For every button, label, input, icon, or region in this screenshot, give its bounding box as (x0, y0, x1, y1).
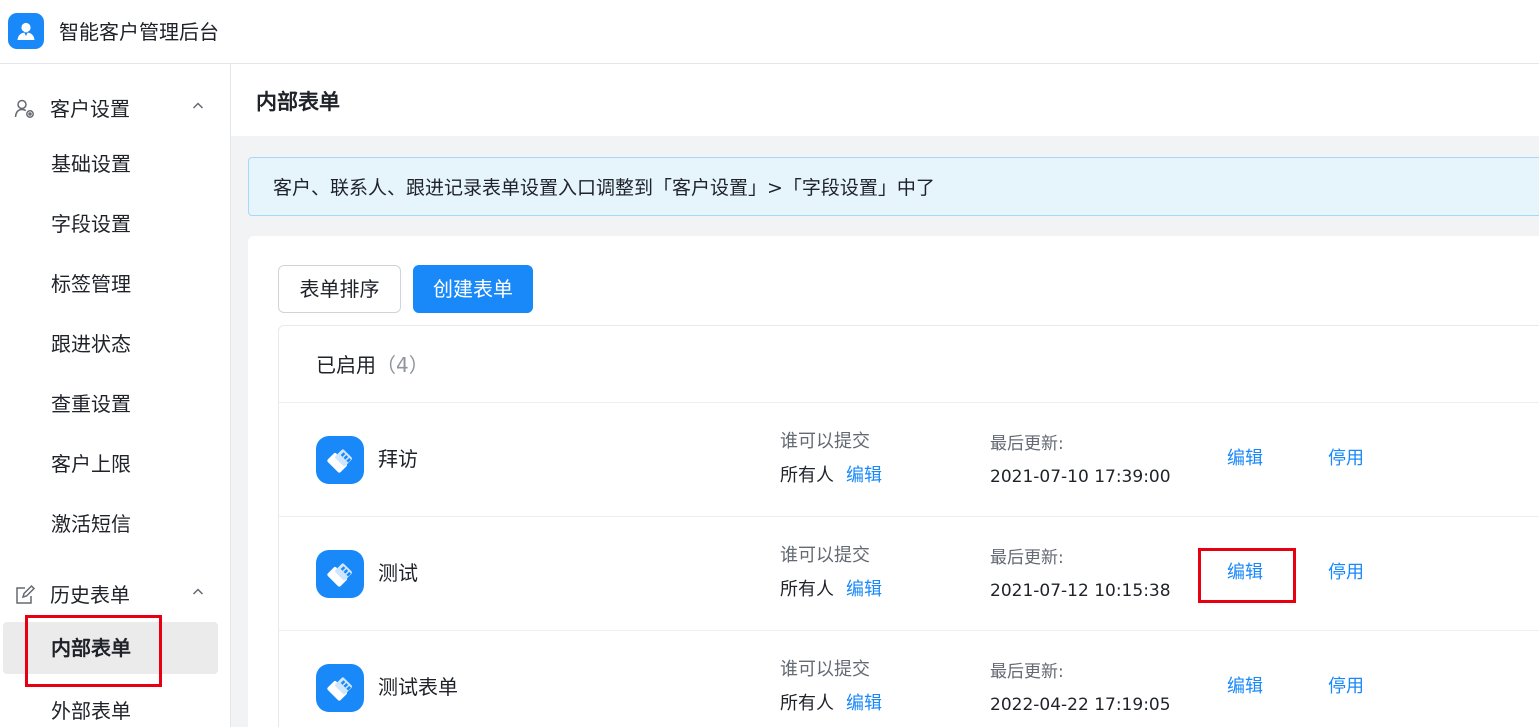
edit-permission-link[interactable]: 编辑 (846, 578, 882, 602)
who-can-submit-value: 所有人 (780, 693, 834, 714)
notice-banner: 客户、联系人、跟进记录表单设置入口调整到「客户设置」>「字段设置」中了 (248, 157, 1539, 216)
sidebar-item-follow-status[interactable]: 跟进状态 (0, 318, 230, 370)
who-can-submit-label: 谁可以提交 (780, 545, 870, 566)
edit-form-link[interactable]: 编辑 (1227, 675, 1263, 699)
enabled-forms-panel: 已启用（4） 拜访 谁可以提交 所有人 编辑 最后更新: 2021-07-10 … (278, 325, 1539, 727)
handshake-icon (316, 436, 364, 484)
form-name: 测试 (378, 561, 418, 585)
section-title: 已启用（4） (316, 352, 429, 378)
form-row: 测试 谁可以提交 所有人 编辑 最后更新: 2021-07-12 10:15:3… (279, 517, 1539, 631)
edit-form-link[interactable]: 编辑 (1227, 561, 1263, 585)
disable-form-link[interactable]: 停用 (1328, 675, 1364, 699)
last-updated-label: 最后更新: (990, 434, 1064, 454)
user-avatar-icon[interactable] (8, 13, 44, 49)
sidebar-item-tag-management[interactable]: 标签管理 (0, 258, 230, 310)
who-can-submit-value: 所有人 (780, 579, 834, 600)
form-edit-icon (14, 584, 36, 606)
sidebar-group-label: 客户设置 (50, 97, 130, 121)
edit-form-link[interactable]: 编辑 (1227, 447, 1263, 471)
last-updated-label: 最后更新: (990, 662, 1064, 682)
create-form-button[interactable]: 创建表单 (413, 265, 533, 313)
form-row: 测试表单 谁可以提交 所有人 编辑 最后更新: 2022-04-22 17:19… (279, 631, 1539, 727)
sidebar-item-external-forms[interactable]: 外部表单 (0, 685, 230, 727)
last-updated-value: 2022-04-22 17:19:05 (990, 695, 1171, 715)
form-row: 拜访 谁可以提交 所有人 编辑 最后更新: 2021-07-10 17:39:0… (279, 403, 1539, 517)
sidebar-group-history-forms[interactable]: 历史表单 (0, 574, 230, 614)
section-count: （4） (376, 353, 429, 377)
sidebar-item-internal-forms[interactable]: 内部表单 (3, 622, 218, 674)
notice-text: 客户、联系人、跟进记录表单设置入口调整到「客户设置」>「字段设置」中了 (273, 177, 935, 199)
customer-settings-icon (14, 98, 36, 120)
form-name: 拜访 (378, 447, 418, 471)
sidebar-item-duplicate-check[interactable]: 查重设置 (0, 378, 230, 430)
form-name: 测试表单 (378, 675, 458, 699)
sidebar-item-customer-limit[interactable]: 客户上限 (0, 438, 230, 490)
handshake-icon (316, 664, 364, 712)
chevron-up-icon[interactable] (190, 98, 206, 114)
forms-card: 表单排序 创建表单 已启用（4） 拜访 谁可以提交 所有人 编辑 最后更新: 2… (248, 236, 1539, 727)
page-header: 内部表单 (231, 64, 1539, 136)
sidebar-group-label: 历史表单 (50, 583, 130, 607)
who-can-submit-label: 谁可以提交 (780, 431, 870, 452)
last-updated-value: 2021-07-10 17:39:00 (990, 467, 1171, 487)
sort-forms-button[interactable]: 表单排序 (278, 265, 401, 313)
edit-permission-link[interactable]: 编辑 (846, 692, 882, 716)
sidebar: 客户设置 基础设置 字段设置 标签管理 跟进状态 查重设置 客户上限 激活短信 … (0, 64, 231, 727)
last-updated-label: 最后更新: (990, 548, 1064, 568)
top-bar: 智能客户管理后台 (0, 0, 1539, 64)
chevron-up-icon[interactable] (190, 584, 206, 600)
main-content: 内部表单 客户、联系人、跟进记录表单设置入口调整到「客户设置」>「字段设置」中了… (231, 64, 1539, 727)
handshake-icon (316, 550, 364, 598)
sidebar-item-field-settings[interactable]: 字段设置 (0, 198, 230, 250)
last-updated-value: 2021-07-12 10:15:38 (990, 581, 1171, 601)
panel-header: 已启用（4） (279, 326, 1539, 403)
page-title: 内部表单 (256, 90, 340, 114)
who-can-submit-value: 所有人 (780, 465, 834, 486)
disable-form-link[interactable]: 停用 (1328, 561, 1364, 585)
section-title-text: 已启用 (316, 353, 376, 377)
app-title: 智能客户管理后台 (59, 20, 219, 44)
edit-permission-link[interactable]: 编辑 (846, 464, 882, 488)
sidebar-item-activation-sms[interactable]: 激活短信 (0, 498, 230, 550)
who-can-submit-label: 谁可以提交 (780, 659, 870, 680)
sidebar-group-customer-settings[interactable]: 客户设置 (0, 88, 230, 128)
disable-form-link[interactable]: 停用 (1328, 447, 1364, 471)
sidebar-item-basic-settings[interactable]: 基础设置 (0, 138, 230, 190)
